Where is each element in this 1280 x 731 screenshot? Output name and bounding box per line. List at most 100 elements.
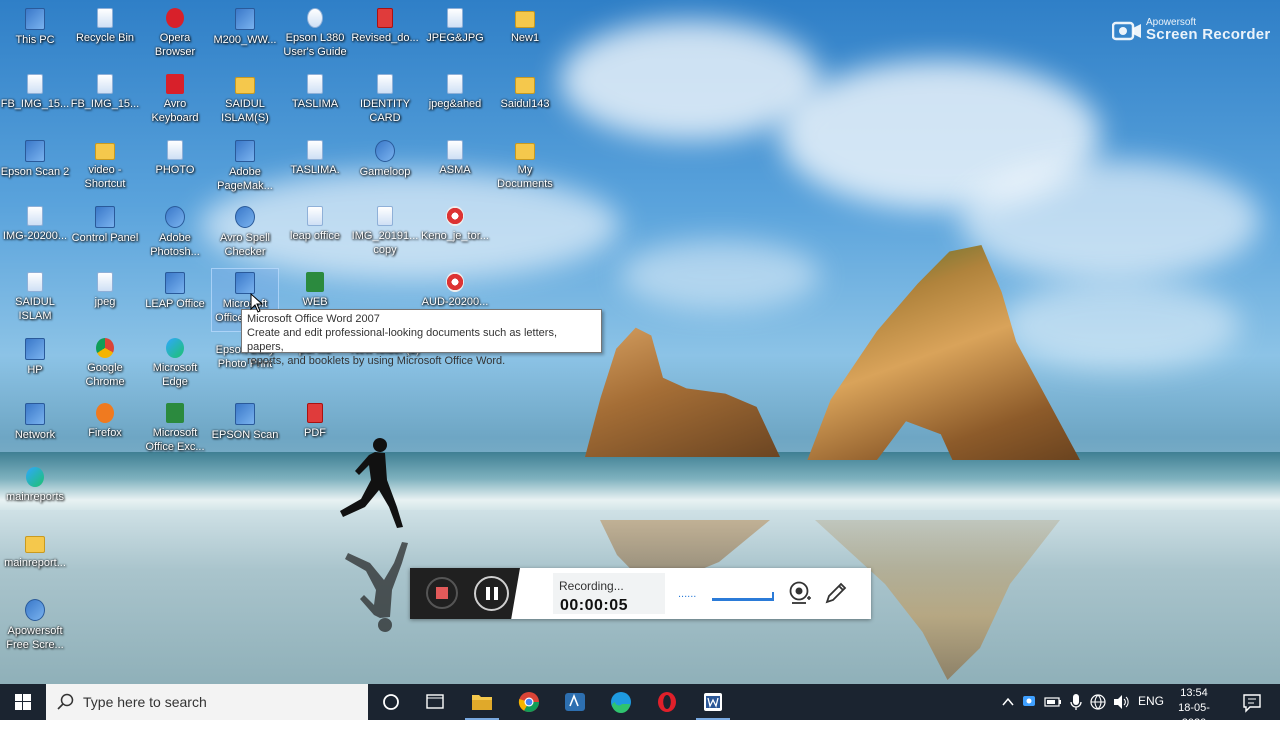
stop-recording-button[interactable] — [426, 577, 458, 609]
desktop-icon-revised[interactable]: Revised_do... — [350, 8, 420, 45]
runner-silhouette — [340, 438, 403, 528]
desktop-icon-avro-keyboard[interactable]: Avro Keyboard — [140, 74, 210, 125]
tooltip-line-2: reports, and booklets by using Microsoft… — [247, 355, 506, 367]
image-file-icon — [377, 206, 393, 226]
desktop-icon-hp[interactable]: HP — [0, 338, 70, 377]
pagemaker-icon — [235, 140, 255, 162]
pause-icon — [494, 587, 498, 600]
desktop-icon-mainreport-folder[interactable]: mainreport... — [0, 533, 70, 570]
desktop-icon-pagemaker[interactable]: Adobe PageMak... — [210, 140, 280, 193]
recording-timer: 00:00:05 — [560, 597, 629, 614]
task-view-button[interactable] — [412, 684, 458, 720]
desktop-icon-network[interactable]: Network — [0, 403, 70, 442]
firefox-icon — [96, 403, 114, 423]
desktop-icon-web[interactable]: WEB — [280, 272, 350, 309]
desktop-icon-leap-office-doc[interactable]: leap office — [280, 206, 350, 243]
tooltip-line-1: Create and edit professional-looking doc… — [247, 327, 558, 353]
chrome-icon — [96, 338, 114, 358]
recorder-app-icon — [25, 599, 45, 621]
microphone-icon[interactable] — [1066, 684, 1086, 720]
taskbar-search-box[interactable]: Type here to search — [46, 684, 368, 720]
desktop-icon-epson-scan[interactable]: EPSON Scan — [210, 403, 280, 442]
desktop-icon-keno-je-tor[interactable]: Keno_je_tor... — [420, 206, 490, 243]
desktop-icon-gameloop[interactable]: Gameloop — [350, 140, 420, 179]
pause-recording-button[interactable] — [474, 576, 509, 611]
recorder-controls-panel — [410, 568, 520, 619]
windows-logo-icon — [15, 694, 31, 710]
cloud — [560, 20, 820, 140]
desktop-icon-taslima[interactable]: TASLIMA — [280, 74, 350, 111]
desktop-icon-saidul143[interactable]: Saidul143 — [490, 74, 560, 111]
webcam-icon[interactable] — [788, 580, 812, 606]
taskbar-edge[interactable] — [598, 684, 644, 720]
notification-center-icon[interactable] — [1240, 684, 1264, 720]
speaker-icon[interactable] — [1111, 684, 1131, 720]
desktop-icon-aud-20200[interactable]: AUD-20200... — [420, 272, 490, 309]
desktop-icon-control-panel[interactable]: Control Panel — [70, 206, 140, 245]
desktop-icon-new1[interactable]: New1 — [490, 8, 560, 45]
desktop-icon-img-20191[interactable]: IMG_20191... copy — [350, 206, 420, 257]
pdf-icon — [307, 403, 323, 423]
volume-slider[interactable] — [712, 592, 774, 601]
photoshop-icon — [165, 206, 185, 228]
desktop-icon-epson-scan-2[interactable]: Epson Scan 2 — [0, 140, 70, 179]
word-app-icon — [235, 272, 255, 294]
taskbar-opera[interactable] — [644, 684, 690, 720]
taskbar-word[interactable] — [690, 684, 736, 720]
desktop-icon-fb-img-1[interactable]: FB_IMG_15... — [0, 74, 70, 111]
desktop-icon-microsoft-edge[interactable]: Microsoft Edge — [140, 338, 210, 389]
desktop-icon-photo[interactable]: PHOTO — [140, 140, 210, 177]
desktop-icon-avro-spell[interactable]: Avro Spell Checker — [210, 206, 280, 259]
desktop-icon-my-documents[interactable]: My Documents — [490, 140, 560, 191]
desktop-icon-this-pc[interactable]: This PC — [0, 8, 70, 47]
cortana-button[interactable] — [368, 684, 414, 720]
desktop-icon-mainreports[interactable]: mainreports — [0, 467, 70, 504]
image-file-icon — [27, 206, 43, 226]
taskbar-xbox-app[interactable] — [552, 684, 598, 720]
word-icon — [704, 693, 722, 711]
language-indicator[interactable]: ENG — [1138, 694, 1164, 708]
desktop-icon-jpeg-jpg[interactable]: JPEG&JPG — [420, 8, 490, 45]
desktop-icon-jpeg-ahed[interactable]: jpeg&ahed — [420, 74, 490, 111]
desktop-icon-firefox[interactable]: Firefox — [70, 403, 140, 440]
desktop-icon-pdf[interactable]: PDF — [280, 403, 350, 440]
audio-file-icon — [446, 206, 464, 226]
pen-annotate-icon[interactable] — [824, 580, 848, 606]
desktop-icon-img-20200[interactable]: IMG-20200... — [0, 206, 70, 243]
desktop-icon-identity-card[interactable]: IDENTITY CARD — [350, 74, 420, 125]
desktop-icon-fb-img-2[interactable]: FB_IMG_15... — [70, 74, 140, 111]
desktop-icon-apowersoft[interactable]: Apowersoft Free Scre... — [0, 599, 70, 652]
desktop-icon-saidul-islam[interactable]: SAIDUL ISLAM — [0, 272, 70, 323]
document-icon — [377, 74, 393, 94]
battery-icon[interactable] — [1043, 684, 1063, 720]
desktop-icon-video-shortcut[interactable]: video - Shortcut — [70, 140, 140, 191]
desktop-icon-opera[interactable]: Opera Browser — [140, 8, 210, 59]
desktop-icon-epson-guide[interactable]: Epson L380 User's Guide — [280, 8, 350, 59]
chevron-up-icon[interactable] — [998, 684, 1018, 720]
desktop-icon-google-chrome[interactable]: Google Chrome — [70, 338, 140, 389]
desktop-icon-taslima-dot[interactable]: TASLIMA. — [280, 140, 350, 177]
icon-tooltip: Microsoft Office Word 2007 Create and ed… — [241, 309, 602, 367]
opera-icon — [658, 692, 676, 712]
network-globe-icon[interactable] — [1088, 684, 1108, 720]
opera-icon — [166, 8, 184, 28]
recorder-tray-icon[interactable] — [1020, 684, 1040, 720]
cloud — [620, 240, 820, 310]
taskbar-chrome[interactable] — [506, 684, 552, 720]
cortana-icon — [383, 694, 399, 710]
word-file-icon — [235, 8, 255, 30]
folder-icon — [515, 11, 535, 28]
desktop-icon-jpeg[interactable]: jpeg — [70, 272, 140, 309]
desktop-icon-recycle-bin[interactable]: Recycle Bin — [70, 8, 140, 45]
desktop-icon-leap-office[interactable]: LEAP Office — [140, 272, 210, 311]
pdf-icon — [377, 8, 393, 28]
desktop-icon-photoshop[interactable]: Adobe Photosh... — [140, 206, 210, 259]
taskbar-file-explorer[interactable] — [459, 684, 505, 720]
desktop-icon-excel[interactable]: Microsoft Office Exc... — [140, 403, 210, 454]
clock[interactable]: 13:54 18-05-2020 — [1166, 686, 1222, 731]
desktop-icon-m200[interactable]: M200_WW... — [210, 8, 280, 47]
image-file-icon — [27, 74, 43, 94]
start-button[interactable] — [0, 684, 46, 720]
desktop-icon-asma[interactable]: ASMA — [420, 140, 490, 177]
desktop-icon-saidul-islam-s[interactable]: SAIDUL ISLAM(S) — [210, 74, 280, 125]
